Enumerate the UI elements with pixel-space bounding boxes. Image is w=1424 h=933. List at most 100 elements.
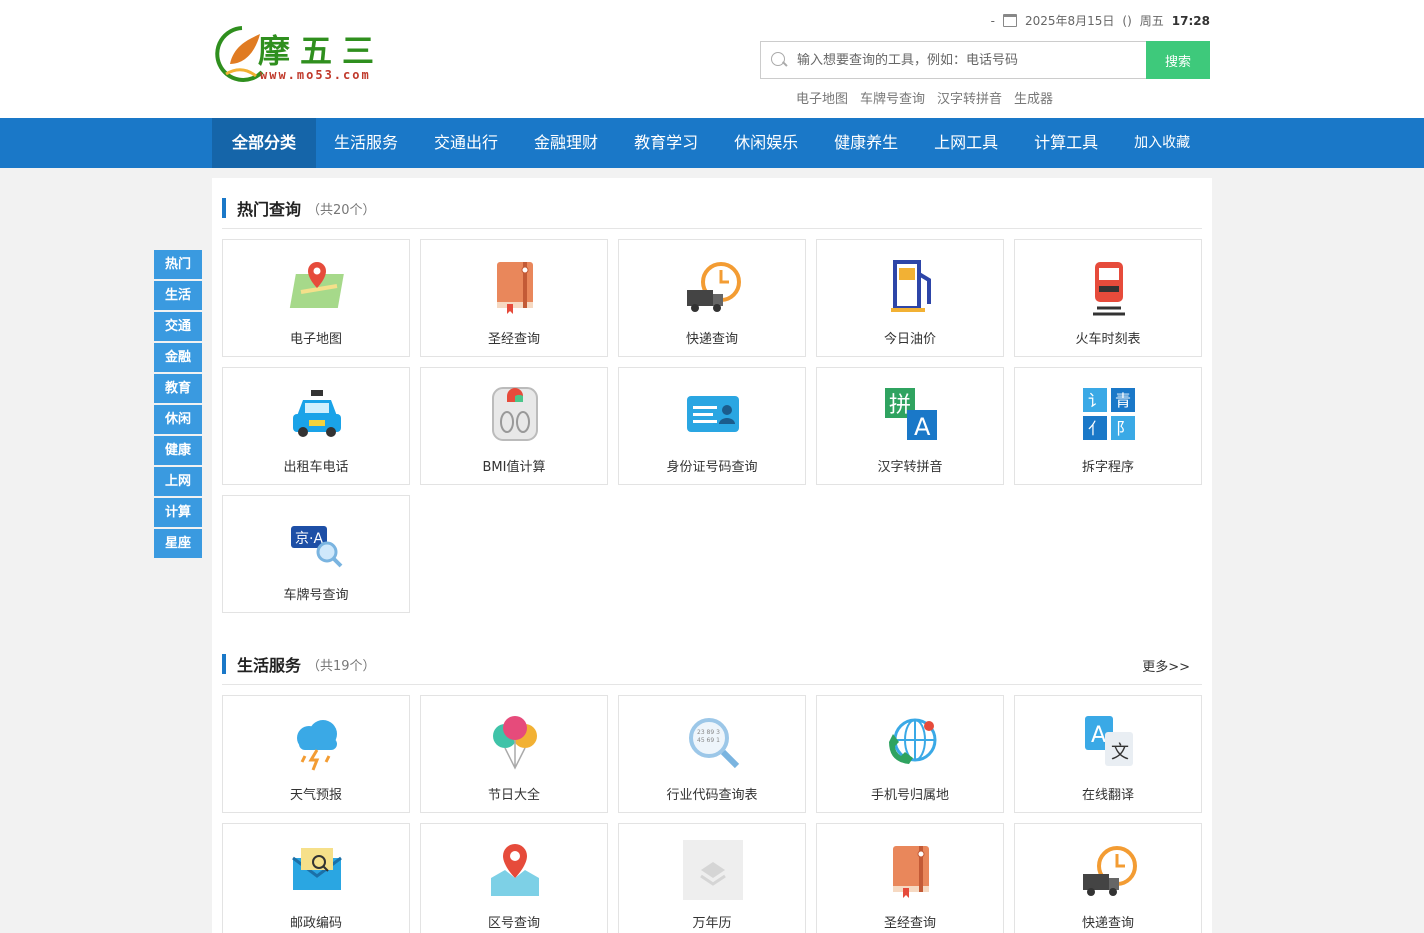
life-tool-card[interactable]: 圣经查询 [816,823,1004,933]
taxi-icon [293,390,341,437]
fuel-icon [891,260,931,312]
search-input[interactable] [797,52,1127,68]
hot-tool-card[interactable]: 圣经查询 [420,239,608,357]
card-label: 区号查询 [487,916,540,931]
life-tool-card[interactable]: 天气预报 [222,695,410,813]
balloon-icon [493,716,537,770]
split-char-icon: 讠青亻阝 [1083,388,1135,440]
svg-text:A: A [1091,723,1106,748]
section-divider [222,684,1202,685]
hot-link[interactable]: 电子地图 [796,88,848,107]
date-paren: () [1122,13,1132,28]
express-icon [1083,846,1137,896]
translate-icon: A文 [1085,716,1133,766]
life-tool-card[interactable]: 邮政编码 [222,823,410,933]
calendar-icon [1002,14,1017,27]
side-nav-item[interactable]: 健康 [154,436,202,465]
card-label: 行业代码查询表 [666,788,758,803]
main-nav: 全部分类 生活服务 交通出行 金融理财 教育学习 休闲娱乐 健康养生 上网工具 … [0,118,1424,168]
side-nav-item[interactable]: 生活 [154,281,202,310]
hot-tool-card[interactable]: BMI值计算 [420,367,608,485]
nav-item-traffic[interactable]: 交通出行 [416,118,516,168]
weekday-text: 周五 [1139,14,1164,28]
life-tool-card[interactable]: A 文在线翻译 [1014,695,1202,813]
hot-tool-card[interactable]: 出租车电话 [222,367,410,485]
nav-item-health[interactable]: 健康养生 [816,118,916,168]
weather-icon [297,720,337,771]
logo-brand-text: 摩五三 [258,32,385,70]
nav-item-calc-tools[interactable]: 计算工具 [1016,118,1116,168]
card-label: 快递查询 [685,332,738,347]
plate-icon: 京·A [291,526,343,568]
nav-item-life[interactable]: 生活服务 [316,118,416,168]
train-icon [1093,262,1125,316]
nav-item-all[interactable]: 全部分类 [212,118,317,168]
hot-tool-card[interactable]: 京·A 车牌号查询 [222,495,410,613]
side-nav-item[interactable]: 星座 [154,529,202,558]
svg-text:京·A: 京·A [295,531,323,547]
search-button[interactable]: 搜索 [1146,41,1210,79]
id-card-icon [687,396,739,432]
search-box [760,41,1146,79]
nav-item-leisure[interactable]: 休闲娱乐 [716,118,816,168]
life-tool-card[interactable]: 快递查询 [1014,823,1202,933]
card-label: 天气预报 [289,788,342,803]
main-content: 热门查询 （共20个） 电子地图 圣经查询 快递查询 今日油价 火车时刻表 出租车电话 BM… [212,178,1212,933]
card-label: 今日油价 [883,332,936,347]
side-nav-item[interactable]: 金融 [154,343,202,372]
life-tool-card[interactable]: 节日大全 [420,695,608,813]
life-tool-card[interactable]: 万年历 [618,823,806,933]
card-label: 节日大全 [487,788,540,803]
svg-text:青: 青 [1115,391,1131,410]
svg-text:亻: 亻 [1088,419,1104,438]
logo-domain-text: www.mo53.com [260,68,371,82]
side-nav-item[interactable]: 上网 [154,467,202,496]
time-text: 17:28 [1171,13,1210,28]
section-count: （共19个） [307,658,376,674]
life-tool-card[interactable]: 手机号归属地 [816,695,1004,813]
card-label: 在线翻译 [1081,788,1134,803]
nav-item-web-tools[interactable]: 上网工具 [916,118,1016,168]
hot-tool-card[interactable]: 讠青亻阝拆字程序 [1014,367,1202,485]
hot-tool-card[interactable]: 今日油价 [816,239,1004,357]
side-nav-item[interactable]: 教育 [154,374,202,403]
side-nav-item[interactable]: 热门 [154,250,202,279]
more-link[interactable]: 更多>> [1142,656,1190,675]
hot-link[interactable]: 汉字转拼音 [937,88,1002,107]
card-label: 拆字程序 [1081,460,1134,475]
svg-text:23 89 3: 23 89 3 [697,729,720,736]
pinyin-icon: 拼A [885,388,937,441]
section-divider [222,228,1202,229]
hot-link[interactable]: 车牌号查询 [860,88,925,107]
life-tool-card[interactable]: 23 89 3 45 69 1 行业代码查询表 [618,695,806,813]
svg-text:45 69 1: 45 69 1 [697,737,720,744]
section-title-hot: 热门查询 （共20个） [222,198,376,219]
card-label: 快递查询 [1081,916,1134,931]
search-bar: 搜索 [760,41,1210,79]
header: 摩五三 www.mo53.com - 2025年8月15日 () 周五 17:2… [0,0,1424,118]
card-label: 圣经查询 [883,916,936,931]
card-label: BMI值计算 [482,460,546,475]
hot-tool-card[interactable]: 拼 A 汉字转拼音 [816,367,1004,485]
side-nav-item[interactable]: 计算 [154,498,202,527]
bible-icon [497,262,533,314]
side-nav-item[interactable]: 休闲 [154,405,202,434]
site-logo[interactable]: 摩五三 www.mo53.com [212,24,382,86]
hot-links: 电子地图 车牌号查询 汉字转拼音 生成器 [796,88,1053,107]
life-tool-card[interactable]: 区号查询 [420,823,608,933]
nav-item-education[interactable]: 教育学习 [616,118,716,168]
hot-tool-card[interactable]: 火车时刻表 [1014,239,1202,357]
side-nav-item[interactable]: 交通 [154,312,202,341]
hot-tool-card[interactable]: 电子地图 [222,239,410,357]
section-title-text: 生活服务 [237,656,302,675]
nav-item-finance[interactable]: 金融理财 [516,118,616,168]
card-label: 汉字转拼音 [877,460,943,475]
hot-tool-card[interactable]: 快递查询 [618,239,806,357]
hot-link[interactable]: 生成器 [1014,88,1053,107]
express-icon [687,262,741,312]
nav-item-favorite[interactable]: 加入收藏 [1116,118,1208,168]
date-dash: - [990,13,995,28]
date-text: 2025年8月15日 [1024,14,1115,28]
hot-tool-card[interactable]: 身份证号码查询 [618,367,806,485]
card-label: 火车时刻表 [1075,332,1141,347]
